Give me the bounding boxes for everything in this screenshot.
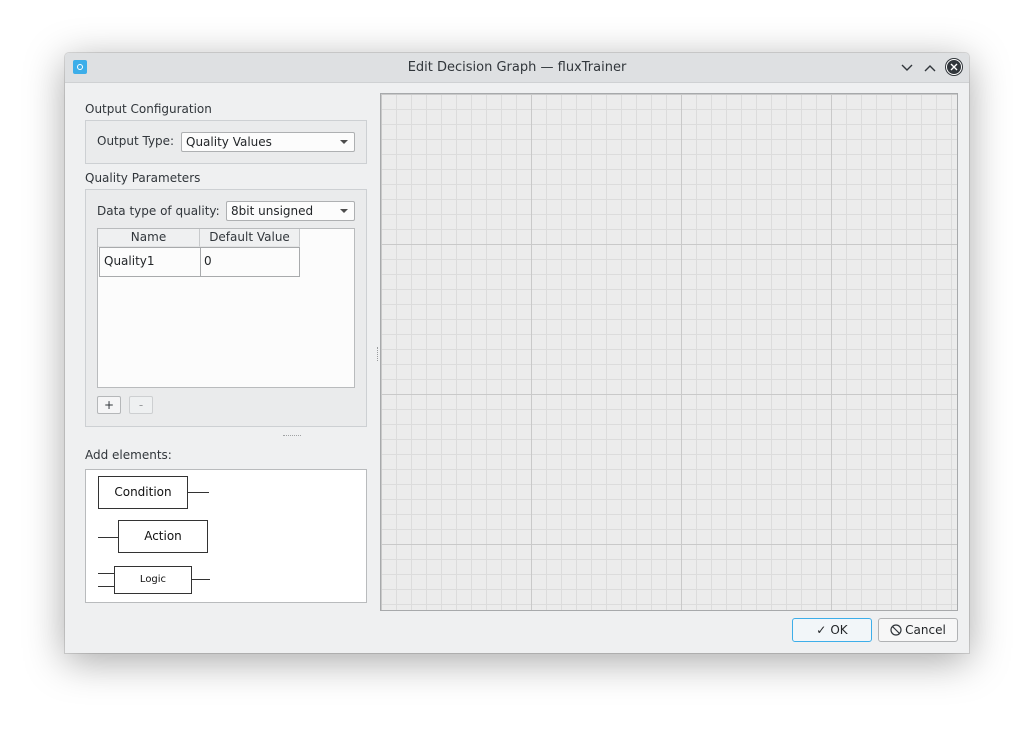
splitter-handle[interactable] <box>283 435 301 438</box>
action-input-wire <box>98 537 118 538</box>
checkmark-icon: ✓ <box>816 623 827 637</box>
cell-default-value[interactable]: 0 <box>200 247 300 277</box>
element-palette: Condition Action Logic <box>85 469 367 603</box>
column-header-default-value[interactable]: Default Value <box>200 229 300 247</box>
data-type-value: 8bit unsigned <box>231 204 314 218</box>
column-header-name[interactable]: Name <box>98 229 200 247</box>
dropdown-arrow-icon <box>340 140 348 144</box>
cancel-icon <box>890 624 902 636</box>
window-title: Edit Decision Graph — fluxTrainer <box>407 60 627 75</box>
quality-table[interactable]: Name Default Value Quality1 0 <box>97 228 355 388</box>
action-element[interactable]: Action <box>118 520 208 553</box>
output-type-label: Output Type: <box>97 134 175 148</box>
dropdown-arrow-icon <box>340 209 348 213</box>
logic-element[interactable]: Logic <box>114 566 192 594</box>
ok-label: OK <box>830 623 848 637</box>
output-type-combo[interactable]: Quality Values <box>181 132 355 152</box>
add-row-button[interactable]: + <box>97 396 121 414</box>
graph-canvas[interactable] <box>380 93 958 611</box>
condition-element[interactable]: Condition <box>98 476 188 509</box>
vertical-splitter-handle[interactable] <box>377 347 379 361</box>
remove-row-button[interactable]: - <box>129 396 153 414</box>
quality-params-group: Data type of quality: 8bit unsigned Name… <box>85 189 367 427</box>
condition-output-wire <box>188 492 209 493</box>
output-config-label: Output Configuration <box>85 102 212 116</box>
close-icon <box>950 63 958 71</box>
output-config-group: Output Type: Quality Values <box>85 120 367 164</box>
minimize-button[interactable] <box>897 58 917 78</box>
chevron-down-icon <box>901 64 913 71</box>
dialog-window: Edit Decision Graph — fluxTrainer Output… <box>65 53 969 653</box>
logic-input-wire-1 <box>98 573 114 574</box>
output-type-value: Quality Values <box>186 135 272 149</box>
cancel-label: Cancel <box>905 623 946 637</box>
data-type-label: Data type of quality: <box>97 204 220 218</box>
add-elements-label: Add elements: <box>85 448 172 462</box>
logic-input-wire-2 <box>98 586 114 587</box>
maximize-button[interactable] <box>920 58 940 78</box>
close-button[interactable] <box>945 58 963 76</box>
cell-name[interactable]: Quality1 <box>99 247 201 277</box>
quality-params-label: Quality Parameters <box>85 171 201 185</box>
data-type-combo[interactable]: 8bit unsigned <box>226 201 355 221</box>
ok-button[interactable]: ✓ OK <box>792 618 872 642</box>
cancel-button[interactable]: Cancel <box>878 618 958 642</box>
logic-output-wire <box>192 579 210 580</box>
title-bar[interactable]: Edit Decision Graph — fluxTrainer <box>65 53 969 83</box>
chevron-up-icon <box>924 65 936 72</box>
